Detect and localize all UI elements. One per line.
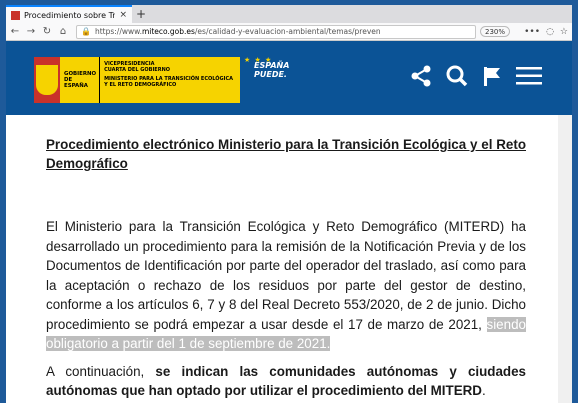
star-icon[interactable]: ☆ — [560, 27, 568, 37]
zoom-indicator[interactable]: 230% — [480, 26, 511, 37]
scrollbar[interactable] — [558, 115, 572, 403]
espana-puede-logo: ESPAÑA PUEDE. — [254, 61, 290, 79]
site-header: GOBIERNO DE ESPAÑA VICEPRESIDENCIA CUART… — [6, 41, 572, 115]
home-icon[interactable]: ⌂ — [56, 24, 70, 40]
coat-of-arms-icon — [34, 57, 61, 103]
main-content: Procedimiento electrónico Ministerio par… — [6, 115, 558, 403]
reload-icon[interactable]: ↻ — [40, 24, 54, 40]
nav-bar: ← → ↻ ⌂ 🔒 https://www.miteco.gob.es/es/c… — [6, 23, 572, 41]
communities-paragraph: A continuación, se indican las comunidad… — [46, 363, 526, 399]
pocket-icon[interactable]: ◌ — [546, 27, 554, 37]
url-text: https://www.miteco.gob.es/es/calidad-y-e… — [94, 27, 381, 36]
flag-icon[interactable] — [482, 65, 502, 87]
tab-title: Procedimiento sobre Tras — [24, 10, 116, 20]
back-icon[interactable]: ← — [8, 24, 22, 40]
tab-bar: Procedimiento sobre Tras × + — [6, 5, 572, 23]
intro-paragraph: El Ministerio para la Transición Ecológi… — [46, 219, 526, 351]
gov-text: GOBIERNO DE ESPAÑA — [60, 57, 101, 103]
ministry-text: VICEPRESIDENCIA CUARTA DEL GOBIERNO MINI… — [104, 61, 233, 88]
new-tab-button[interactable]: + — [132, 5, 150, 23]
tab-active[interactable]: Procedimiento sobre Tras × — [6, 5, 132, 23]
lock-icon: 🔒 — [81, 27, 91, 36]
search-icon[interactable] — [446, 65, 468, 87]
site-favicon-icon — [11, 10, 20, 20]
share-icon[interactable] — [410, 65, 432, 87]
government-logo[interactable]: GOBIERNO DE ESPAÑA VICEPRESIDENCIA CUART… — [34, 57, 240, 103]
menu-icon[interactable] — [516, 66, 542, 86]
url-bar[interactable]: 🔒 https://www.miteco.gob.es/es/calidad-y… — [76, 24, 476, 39]
tab-close-icon[interactable]: × — [119, 10, 127, 20]
page-title: Procedimiento electrónico Ministerio par… — [46, 137, 526, 171]
forward-icon[interactable]: → — [24, 24, 38, 40]
page-actions-icon[interactable]: ••• — [524, 27, 540, 37]
